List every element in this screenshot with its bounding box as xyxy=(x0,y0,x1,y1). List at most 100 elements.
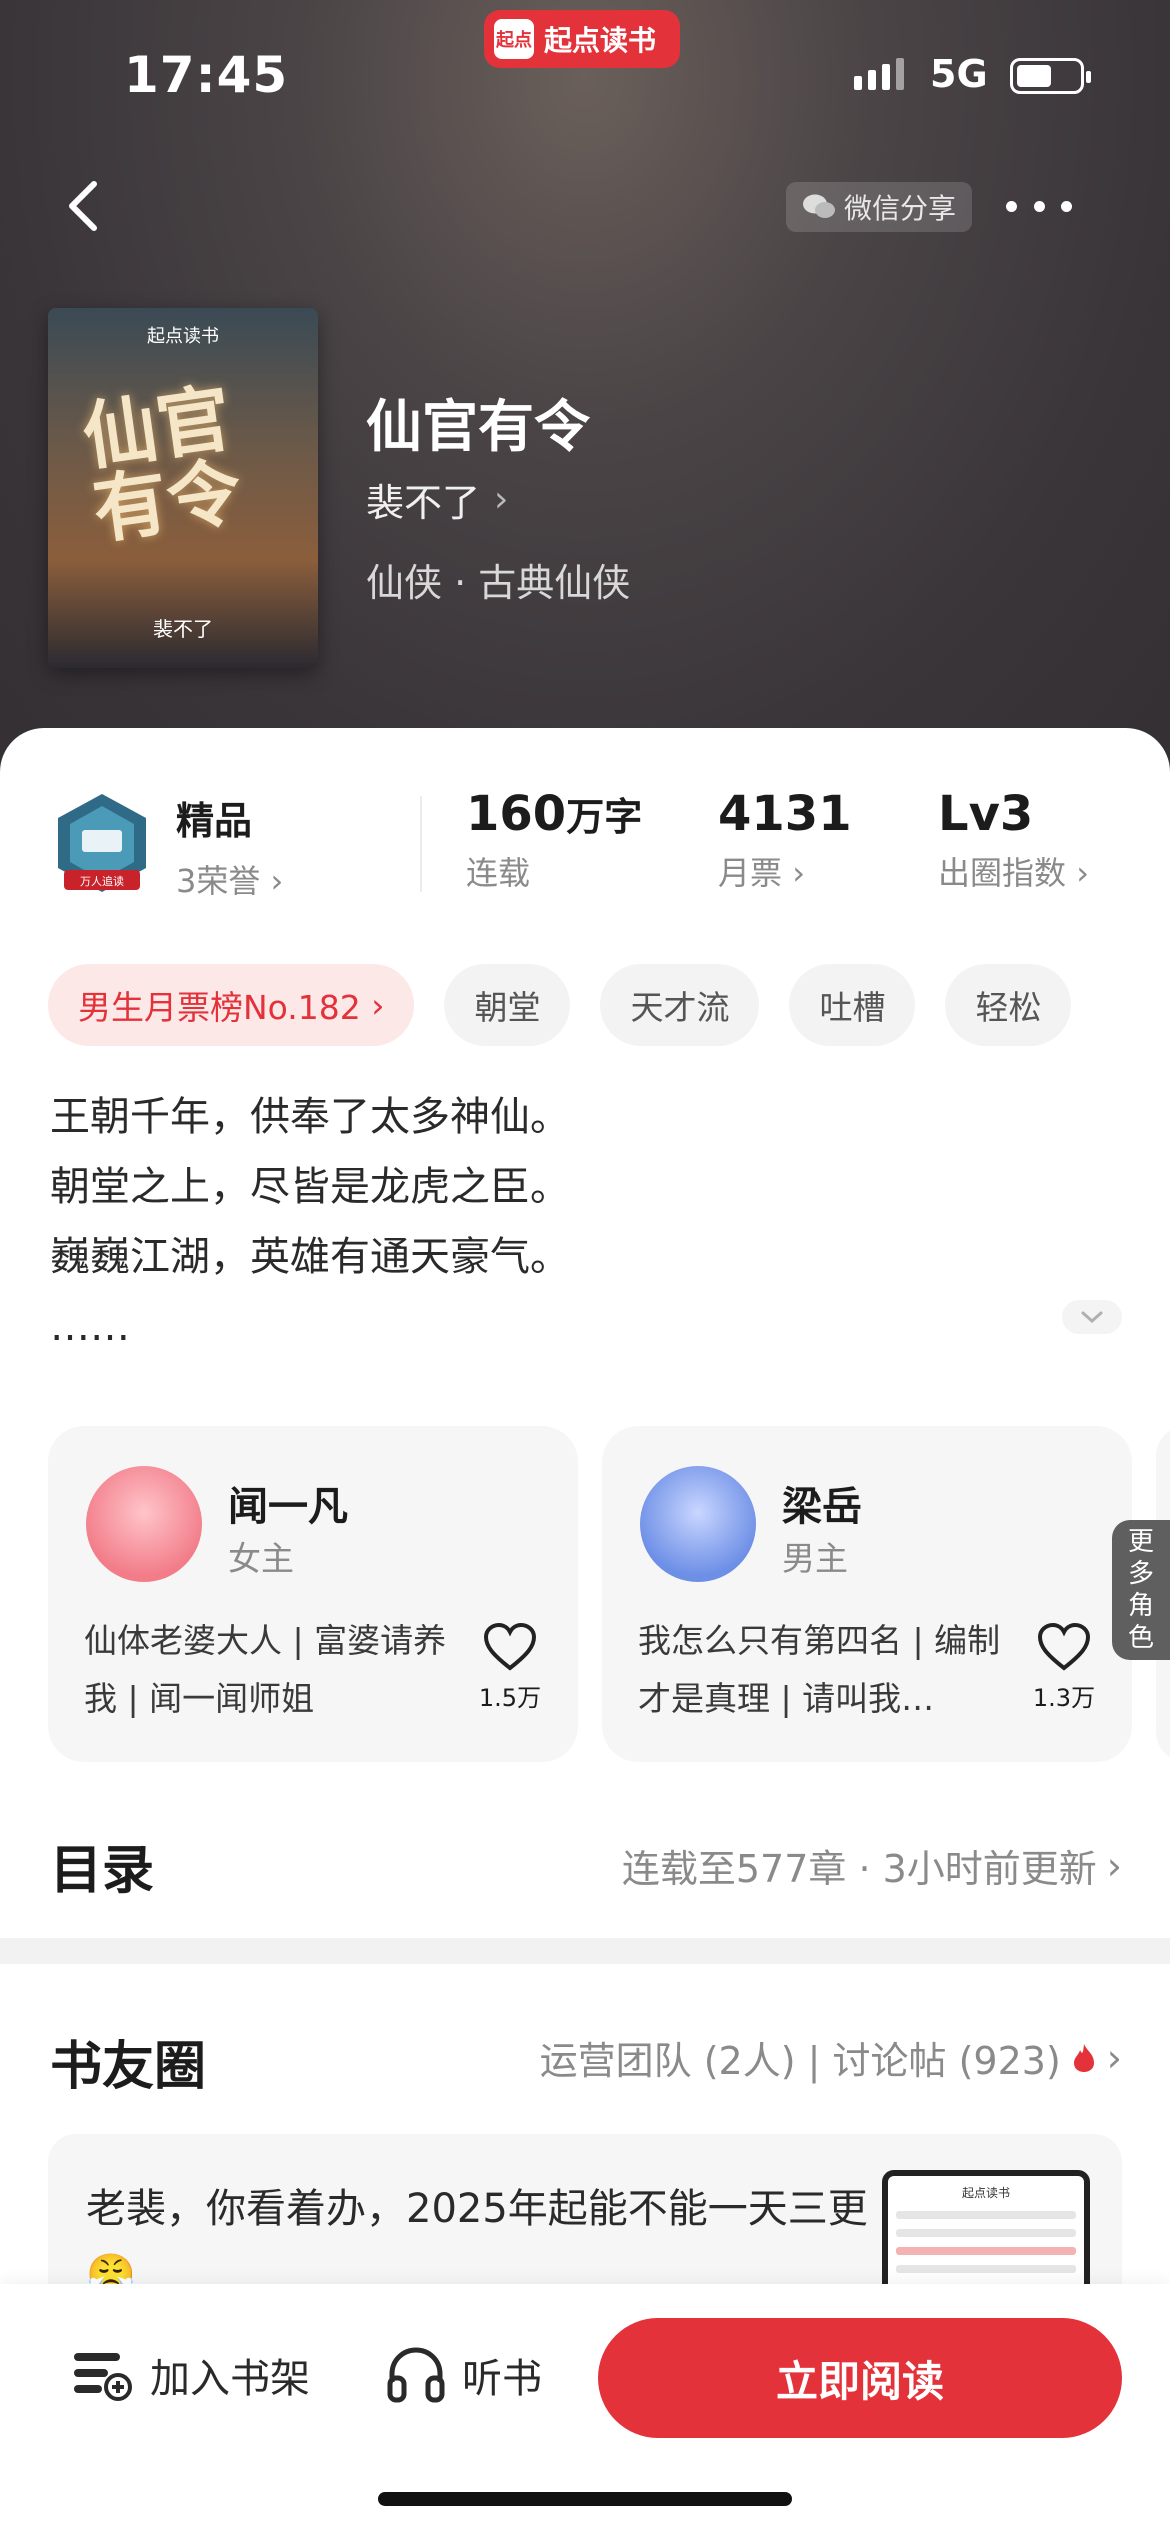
status-time: 17:45 xyxy=(124,46,289,104)
more-roles-button[interactable]: 更 多 角 色 xyxy=(1112,1520,1170,1660)
role-avatar xyxy=(86,1466,202,1582)
chevron-down-icon xyxy=(1081,1311,1103,1324)
role-card[interactable]: 梁岳 男主 我怎么只有第四名 | 编制才是真理 | 请叫我… 1.3万 xyxy=(602,1426,1132,1762)
thumb-line xyxy=(896,2229,1076,2237)
role-name: 闻一凡 xyxy=(228,1484,348,1530)
network-type: 5G xyxy=(930,52,988,96)
author-link[interactable]: 裴不了 › xyxy=(366,472,508,527)
role-name: 梁岳 xyxy=(782,1484,862,1530)
chevron-left-icon xyxy=(69,181,97,231)
tag-item[interactable]: 吐槽 xyxy=(789,964,916,1046)
book-cover[interactable]: 起点读书 仙官有令 裴不了 xyxy=(48,308,318,668)
signal-icon xyxy=(854,58,904,90)
more-roles-char: 色 xyxy=(1127,1623,1154,1653)
like-button[interactable]: 1.5万 xyxy=(478,1622,542,1713)
rank-tag-label: 男生月票榜No.182 xyxy=(78,988,361,1027)
home-indicator[interactable] xyxy=(378,2492,792,2506)
role-card[interactable]: 闻一凡 女主 仙体老婆大人 | 富婆请养我 | 闻一闻师姐 1.5万 xyxy=(48,1426,578,1762)
book-genre: 仙侠 · 古典仙侠 xyxy=(366,561,631,605)
wechat-share-button[interactable]: 微信分享 xyxy=(786,182,972,232)
word-count-value: 160 xyxy=(466,786,567,842)
tag-item[interactable]: 天才流 xyxy=(600,964,760,1046)
add-to-shelf-label: 加入书架 xyxy=(150,2356,310,2402)
more-roles-char: 角 xyxy=(1127,1591,1154,1621)
intro-line: 朝堂之上，尽皆是龙虎之臣。 xyxy=(50,1164,570,1210)
popularity-value: Lv3 xyxy=(938,786,1034,842)
add-to-shelf-button[interactable]: 加入书架 xyxy=(70,2346,310,2404)
book-title: 仙官有令 xyxy=(366,395,590,460)
like-count: 1.3万 xyxy=(1032,1684,1096,1712)
honor-link[interactable]: 3荣誉 › xyxy=(176,856,283,902)
cover-brand: 起点读书 xyxy=(147,326,219,347)
like-button[interactable]: 1.3万 xyxy=(1032,1622,1096,1713)
circle-info: 运营团队 (2人) | 讨论帖 (923) xyxy=(539,2039,1061,2083)
role-type: 女主 xyxy=(228,1539,294,1578)
chevron-right-icon: › xyxy=(494,479,509,520)
wechat-share-label: 微信分享 xyxy=(843,192,956,225)
thumb-header: 起点读书 xyxy=(961,2186,1010,2200)
more-dot xyxy=(1006,200,1017,212)
intro-line: …… xyxy=(50,1304,130,1350)
chevron-right-icon: › xyxy=(1106,2035,1122,2080)
tag-item[interactable]: 轻松 xyxy=(945,964,1072,1046)
medal-badge-text: 万人追读 xyxy=(80,874,124,888)
popularity-stat[interactable]: Lv3 出圈指数 › xyxy=(938,786,1089,894)
monthly-votes-label: 月票 xyxy=(718,854,783,892)
more-roles-char: 更 xyxy=(1127,1527,1154,1557)
author-name: 裴不了 xyxy=(366,481,481,525)
thumb-line xyxy=(896,2265,1076,2273)
monthly-votes-stat[interactable]: 4131 月票 › xyxy=(718,786,852,894)
tag-list: 男生月票榜No.182 › 朝堂 天才流 吐槽 轻松 xyxy=(48,964,1072,1046)
app-logo: 起点 xyxy=(494,19,534,59)
catalog-info: 连载至577章 · 3小时前更新 xyxy=(621,1847,1097,1891)
chevron-right-icon: › xyxy=(371,985,385,1025)
thumb-line xyxy=(896,2247,1076,2255)
fire-icon xyxy=(1073,2043,1094,2072)
listen-label: 听书 xyxy=(462,2356,542,2402)
thumb-line xyxy=(896,2211,1076,2219)
monthly-votes-value: 4131 xyxy=(718,786,852,842)
circle-link[interactable]: 运营团队 (2人) | 讨论帖 (923) › xyxy=(540,2030,1122,2085)
more-dot xyxy=(1061,200,1072,212)
word-count-stat: 160万字 连载 xyxy=(466,786,642,894)
role-description: 仙体老婆大人 | 富婆请养我 | 闻一闻师姐 xyxy=(84,1621,447,1718)
heart-icon xyxy=(1037,1622,1091,1671)
app-name: 起点读书 xyxy=(544,24,657,57)
role-type: 男主 xyxy=(782,1539,848,1578)
cover-title: 仙官有令 xyxy=(77,375,247,555)
back-button[interactable] xyxy=(60,176,110,236)
role-avatar xyxy=(640,1466,756,1582)
read-now-button[interactable]: 立即阅读 xyxy=(598,2318,1122,2438)
heart-icon xyxy=(483,1622,537,1671)
book-intro[interactable]: 王朝千年，供奉了太多神仙。 朝堂之上，尽皆是龙虎之臣。 巍巍江湖，英雄有通天豪气… xyxy=(50,1082,570,1362)
more-dot xyxy=(1033,200,1045,212)
wechat-icon xyxy=(802,194,835,218)
popularity-label: 出圈指数 xyxy=(938,854,1067,892)
word-count-unit: 万字 xyxy=(566,795,643,839)
app-badge: 起点 起点读书 xyxy=(484,10,680,68)
stats-divider xyxy=(420,796,422,892)
honor-medal-icon[interactable]: 万人追读 xyxy=(54,792,150,896)
like-count: 1.5万 xyxy=(478,1684,542,1712)
chevron-right-icon: › xyxy=(270,862,284,900)
more-roles-char: 多 xyxy=(1127,1559,1154,1589)
word-count-label: 连载 xyxy=(466,854,531,892)
rank-tag[interactable]: 男生月票榜No.182 › xyxy=(48,964,415,1046)
tag-item[interactable]: 朝堂 xyxy=(444,964,571,1046)
expand-intro-button[interactable] xyxy=(1062,1300,1122,1334)
catalog-link[interactable]: 连载至577章 · 3小时前更新 › xyxy=(622,1838,1122,1893)
chevron-right-icon: › xyxy=(792,854,805,892)
more-button[interactable] xyxy=(1006,186,1072,226)
catalog-title[interactable]: 目录 xyxy=(50,1828,154,1903)
chevron-right-icon: › xyxy=(1076,854,1089,892)
section-divider xyxy=(0,1938,1170,1964)
intro-line: 巍巍江湖，英雄有通天豪气。 xyxy=(50,1234,570,1280)
battery-icon xyxy=(1010,58,1091,94)
medal-title: 精品 xyxy=(176,799,253,843)
role-description: 我怎么只有第四名 | 编制才是真理 | 请叫我… xyxy=(638,1621,1001,1718)
intro-line: 王朝千年，供奉了太多神仙。 xyxy=(50,1094,570,1140)
circle-title[interactable]: 书友圈 xyxy=(50,2024,206,2099)
listen-button[interactable]: 听书 xyxy=(386,2346,542,2404)
honor-count: 3荣誉 xyxy=(176,862,261,900)
chevron-right-icon: › xyxy=(1106,1843,1122,1888)
